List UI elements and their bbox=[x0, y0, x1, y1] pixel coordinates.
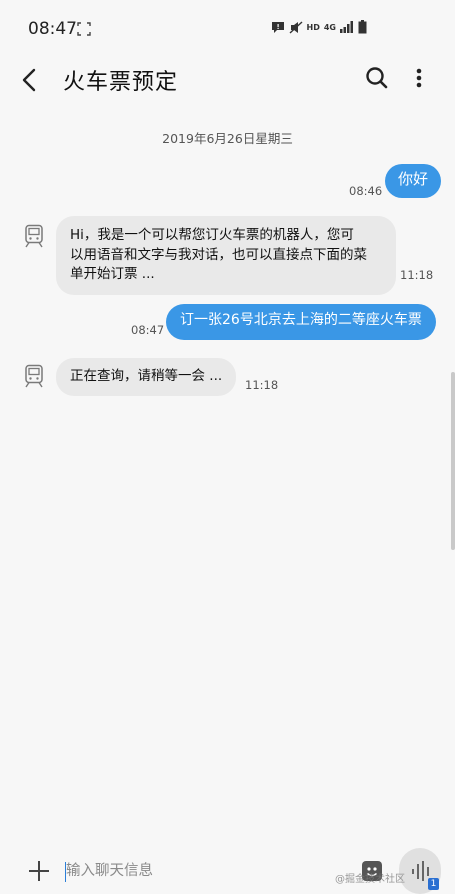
more-options-icon[interactable] bbox=[409, 64, 429, 92]
page-title: 火车票预定 bbox=[63, 70, 179, 95]
scrollbar-thumb[interactable] bbox=[451, 372, 455, 550]
date-separator: 2019年6月26日星期三 bbox=[162, 131, 293, 146]
message-notification-icon bbox=[271, 21, 284, 33]
status-bar: 08:47 HD 4G bbox=[0, 0, 455, 58]
add-attachment-icon[interactable] bbox=[26, 858, 52, 884]
message-time: 08:46 bbox=[349, 184, 383, 198]
status-time: 08:47 bbox=[28, 19, 77, 39]
status-icons: HD 4G bbox=[271, 20, 367, 34]
screen-record-icon bbox=[77, 22, 91, 36]
search-icon[interactable] bbox=[363, 64, 391, 92]
message-time: 11:18 bbox=[400, 268, 434, 282]
incoming-message-bubble[interactable]: 正在查询，请稍等一会 ... bbox=[56, 358, 237, 396]
signal-icon bbox=[340, 21, 353, 33]
battery-icon bbox=[358, 20, 367, 34]
mute-icon bbox=[289, 20, 302, 34]
message-time: 08:47 bbox=[131, 323, 165, 337]
watermark: @掘金技术社区 bbox=[335, 874, 405, 885]
net-type-label: 4G bbox=[323, 22, 336, 32]
message-line: 以用语音和文字与我对话，也可以直接点下面的菜 bbox=[70, 246, 367, 263]
sim-badge: 1 bbox=[428, 878, 439, 890]
app-bar: 火车票预定 bbox=[0, 58, 455, 102]
incoming-message-bubble[interactable]: Hi，我是一个可以帮您订火车票的机器人，您可 以用语音和文字与我对话，也可以直接… bbox=[56, 216, 396, 295]
message-time: 11:18 bbox=[245, 378, 279, 392]
voice-wave-icon bbox=[412, 861, 429, 881]
train-bot-avatar-icon bbox=[25, 224, 43, 248]
message-input[interactable] bbox=[62, 854, 356, 888]
outgoing-message-bubble[interactable]: 订一张26号北京去上海的二等座火车票 bbox=[166, 304, 436, 340]
message-line: Hi，我是一个可以帮您订火车票的机器人，您可 bbox=[70, 227, 354, 243]
train-bot-avatar-icon bbox=[25, 364, 43, 388]
text-cursor bbox=[65, 862, 66, 882]
outgoing-message-bubble[interactable]: 你好 bbox=[385, 164, 442, 198]
message-line: 单开始订票 ... bbox=[70, 266, 155, 283]
back-arrow-icon[interactable] bbox=[16, 62, 46, 98]
hd-label: HD bbox=[306, 22, 320, 32]
